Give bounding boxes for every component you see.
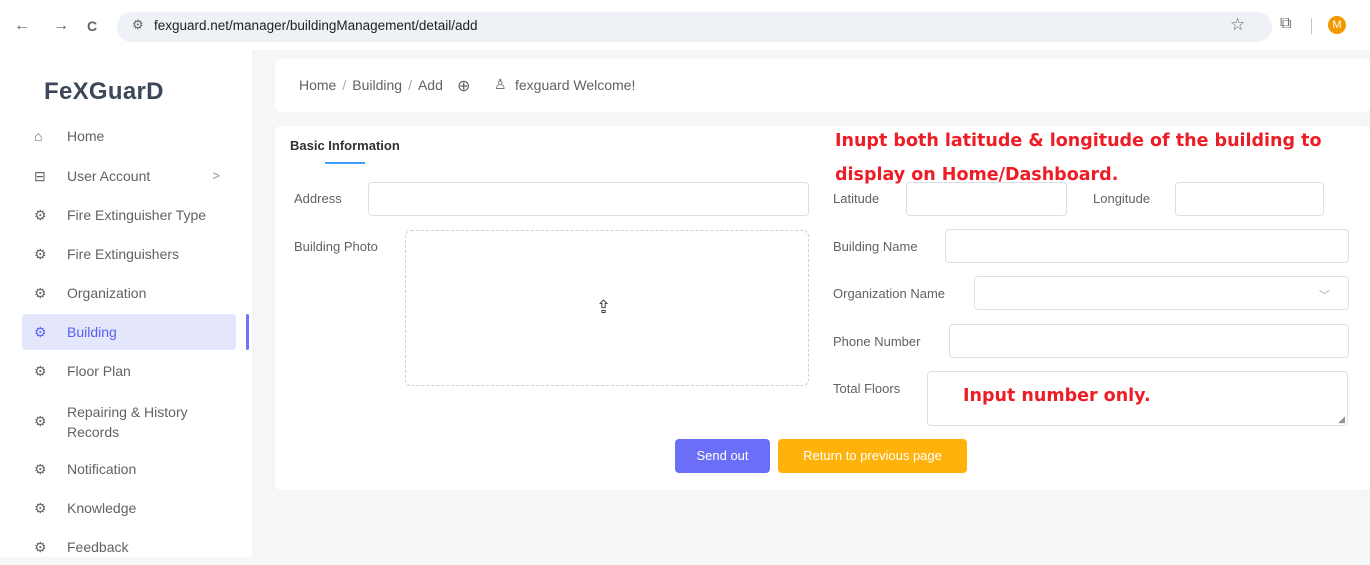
profile-avatar[interactable]: M	[1328, 16, 1346, 34]
sidebar-item-label: Building	[67, 324, 117, 340]
breadcrumb-building[interactable]: Building	[352, 77, 402, 93]
reload-icon[interactable]: C	[87, 16, 97, 36]
browser-toolbar: ← → C ⚙ fexguard.net/manager/buildingMan…	[0, 0, 1370, 50]
gear-icon: ⚙	[34, 461, 47, 477]
building-name-label: Building Name	[833, 239, 918, 254]
breadcrumb: Home / Building / Add	[299, 77, 443, 93]
extensions-icon[interactable]: ⧉	[1280, 15, 1291, 33]
toolbar-divider	[1311, 18, 1312, 34]
gear-icon: ⚙	[34, 539, 47, 555]
gear-icon: ⚙	[34, 324, 47, 340]
longitude-label: Longitude	[1093, 191, 1151, 206]
sidebar-item-repairing-history[interactable]: ⚙ Repairing & History Records	[22, 400, 236, 442]
home-icon: ⌂	[34, 128, 43, 144]
user-icon: ♙	[494, 76, 507, 92]
total-floors-annotation: Input number only.	[963, 386, 1151, 406]
address-label: Address	[294, 191, 342, 206]
sidebar-item-label: Notification	[67, 461, 137, 477]
gear-icon: ⚙	[34, 413, 47, 429]
gear-icon: ⚙	[34, 500, 47, 516]
upload-icon: ⇪	[596, 297, 612, 317]
active-indicator	[246, 314, 249, 350]
sidebar-item-floor-plan[interactable]: ⚙ Floor Plan	[22, 353, 236, 389]
sidebar-item-label: Knowledge	[67, 500, 137, 516]
phone-number-input[interactable]	[949, 324, 1349, 358]
sidebar-item-user-account[interactable]: ⊟ User Account >	[22, 158, 236, 194]
address-input[interactable]	[368, 182, 809, 216]
resize-handle-icon[interactable]: ◢	[1338, 414, 1345, 425]
sidebar-item-label: Home	[67, 128, 105, 144]
welcome-text: fexguard Welcome!	[515, 77, 636, 93]
gear-icon: ⚙	[34, 207, 47, 223]
sidebar-item-label: Organization	[67, 285, 147, 301]
sidebar-item-label: Repairing & History Records	[67, 404, 188, 440]
gear-icon: ⚙	[34, 285, 47, 301]
sidebar-item-label: User Account	[67, 168, 151, 184]
globe-icon[interactable]: ⊕	[457, 76, 470, 96]
send-out-button[interactable]: Send out	[675, 439, 770, 473]
gear-icon: ⚙	[34, 246, 47, 262]
site-settings-icon[interactable]: ⚙	[132, 17, 144, 33]
breadcrumb-add: Add	[417, 77, 443, 93]
page-header: Home / Building / Add ⊕ ♙ fexguard Welcome!	[275, 59, 1370, 112]
sidebar-item-label: Fire Extinguishers	[67, 246, 180, 262]
organization-name-label: Organization Name	[833, 286, 945, 301]
gear-icon: ⚙	[34, 363, 47, 379]
sidebar-item-label: Fire Extinguisher Type	[67, 207, 207, 223]
bookmark-star-icon[interactable]: ☆	[1230, 15, 1245, 35]
organization-select[interactable]: ﹀	[974, 276, 1349, 310]
sidebar-item-fire-extinguisher-type[interactable]: ⚙ Fire Extinguisher Type	[22, 197, 236, 233]
sidebar-item-notification[interactable]: ⚙ Notification	[22, 451, 236, 487]
sidebar-item-feedback[interactable]: ⚙ Feedback	[22, 529, 236, 565]
latitude-longitude-annotation: Inupt both latitude & longitude of the b…	[835, 131, 1322, 185]
sidebar-item-knowledge[interactable]: ⚙ Knowledge	[22, 490, 236, 526]
sidebar-item-label: Feedback	[67, 539, 129, 555]
phone-number-label: Phone Number	[833, 334, 921, 349]
photo-upload-area[interactable]: ⇪	[405, 230, 809, 386]
latitude-label: Latitude	[833, 191, 880, 206]
breadcrumb-home[interactable]: Home	[299, 77, 336, 93]
url-text[interactable]: fexguard.net/manager/buildingManagement/…	[154, 18, 477, 33]
building-photo-label: Building Photo	[294, 239, 378, 254]
tab-basic-information[interactable]: Basic Information	[290, 138, 400, 153]
chevron-right-icon: >	[212, 168, 220, 183]
back-icon[interactable]: ←	[14, 16, 30, 36]
forward-icon[interactable]: →	[53, 16, 69, 36]
sidebar-item-label: Floor Plan	[67, 363, 131, 379]
app-logo: FeXGuarD	[44, 78, 164, 105]
sidebar-item-building[interactable]: ⚙ Building	[22, 314, 236, 350]
sidebar-item-fire-extinguishers[interactable]: ⚙ Fire Extinguishers	[22, 236, 236, 272]
table-icon: ⊟	[34, 168, 46, 184]
return-button[interactable]: Return to previous page	[778, 439, 967, 473]
total-floors-label: Total Floors	[833, 381, 901, 396]
sidebar-item-home[interactable]: ⌂ Home	[22, 118, 236, 154]
sidebar-item-organization[interactable]: ⚙ Organization	[22, 275, 236, 311]
tab-active-underline	[325, 162, 365, 164]
chevron-down-icon: ﹀	[1319, 290, 1330, 302]
building-name-input[interactable]	[945, 229, 1349, 263]
